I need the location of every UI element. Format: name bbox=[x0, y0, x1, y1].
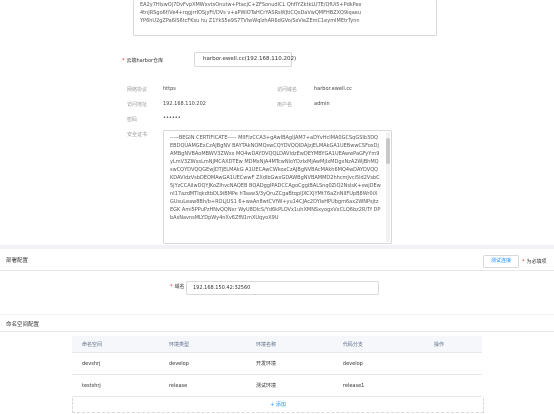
col-branch: 代码分支 bbox=[332, 336, 424, 353]
username-label: 用户名 bbox=[277, 102, 293, 108]
network-protocol-value: https bbox=[163, 86, 176, 92]
cell-namespace: testshrj bbox=[72, 374, 159, 397]
table-row[interactable]: testshrj release 测试环境 release1 bbox=[72, 374, 482, 397]
table-header-row: 命名空间 环境类型 环境名称 代码分支 操作 bbox=[72, 336, 482, 353]
namespace-section-title: 命名空间配置 bbox=[6, 322, 40, 328]
cert-textarea[interactable]: -----BEGIN CERTIFICATE----- MIIFIzCCA3+g… bbox=[163, 130, 392, 244]
cert-text: -----BEGIN CERTIFICATE----- MIIFIzCCA3+g… bbox=[170, 135, 381, 221]
domain-input-value: 192.168.150.42:32560 bbox=[193, 285, 251, 291]
domain-input[interactable]: 192.168.150.42:32560 bbox=[186, 281, 379, 295]
col-env-type: 环境类型 bbox=[158, 336, 246, 353]
access-address-label: 访问地址 bbox=[127, 102, 148, 108]
test-connection-button[interactable]: 测试连接 bbox=[483, 255, 519, 268]
cert-scrollbar[interactable] bbox=[386, 132, 390, 242]
registry-panel: EA2y7HlswOj7DvFvpXMWxvtsOnutw+PtacjC+ZFS… bbox=[0, 0, 554, 245]
cert-scrollbar-thumb[interactable] bbox=[386, 138, 390, 164]
cell-env-type: develop bbox=[158, 352, 246, 375]
deploy-divider bbox=[0, 270, 554, 271]
access-domain-label: 访问域名 bbox=[277, 87, 298, 93]
cert-line: 4tnJRSgo6f/Ve4+rqgjrrIOSjyFt/DVs v+aPWiO… bbox=[140, 10, 362, 16]
domain-label: * 域名 bbox=[170, 284, 185, 290]
cell-namespace: devshrj bbox=[72, 352, 159, 375]
cell-env-name: 测试环境 bbox=[245, 374, 333, 397]
namespace-divider bbox=[0, 331, 554, 332]
col-env-name: 环境名称 bbox=[245, 336, 333, 353]
cell-env-name: 开发环境 bbox=[245, 352, 333, 375]
previous-cert-textarea[interactable]: EA2y7HlswOj7DvFvpXMWxvtsOnutw+PtacjC+ZFS… bbox=[133, 0, 437, 36]
add-namespace-button[interactable]: + 添加 bbox=[72, 398, 484, 413]
cert-label: 安全证书 bbox=[127, 132, 148, 138]
namespace-table: 命名空间 环境类型 环境名称 代码分支 操作 devshrj develop 开… bbox=[72, 336, 482, 397]
repo-select-label: * 云端harbor仓库 bbox=[122, 58, 164, 64]
repo-select[interactable]: harbor.ewell.cc(192.168.110.202) ⌄ bbox=[194, 52, 296, 67]
col-actions: 操作 bbox=[423, 336, 482, 353]
table-row[interactable]: devshrj develop 开发环境 develop bbox=[72, 352, 482, 375]
col-namespace: 命名空间 bbox=[72, 336, 159, 353]
access-address-value: 192.168.110.202 bbox=[163, 101, 206, 107]
cell-actions[interactable] bbox=[423, 352, 482, 375]
cell-actions[interactable] bbox=[423, 374, 482, 397]
password-value: •••••• bbox=[163, 115, 181, 121]
password-label: 密码 bbox=[127, 117, 138, 123]
cell-branch: release1 bbox=[332, 374, 424, 397]
network-protocol-label: 网络协议 bbox=[127, 87, 148, 93]
required-hint: * 为必填项 bbox=[522, 259, 547, 265]
deploy-section-title: 部署配置 bbox=[6, 258, 29, 264]
chevron-down-icon: ⌄ bbox=[281, 56, 286, 62]
deploy-panel: 部署配置 测试连接 * 为必填项 * 域名 192.168.150.42:32560 bbox=[0, 249, 554, 314]
cell-env-type: release bbox=[158, 374, 246, 397]
access-domain-value: harbor.ewell.cc bbox=[314, 86, 352, 92]
cell-branch: develop bbox=[332, 352, 424, 375]
cert-line: EA2y7HlswOj7DvFvpXMWxvtsOnutw+PtacjC+ZFS… bbox=[140, 2, 362, 8]
cert-line: YP6hU2gZPa6iS6tcFKsu hu Z1YkS5e9S7TVlwWq… bbox=[140, 18, 360, 24]
username-value: admin bbox=[314, 101, 330, 107]
